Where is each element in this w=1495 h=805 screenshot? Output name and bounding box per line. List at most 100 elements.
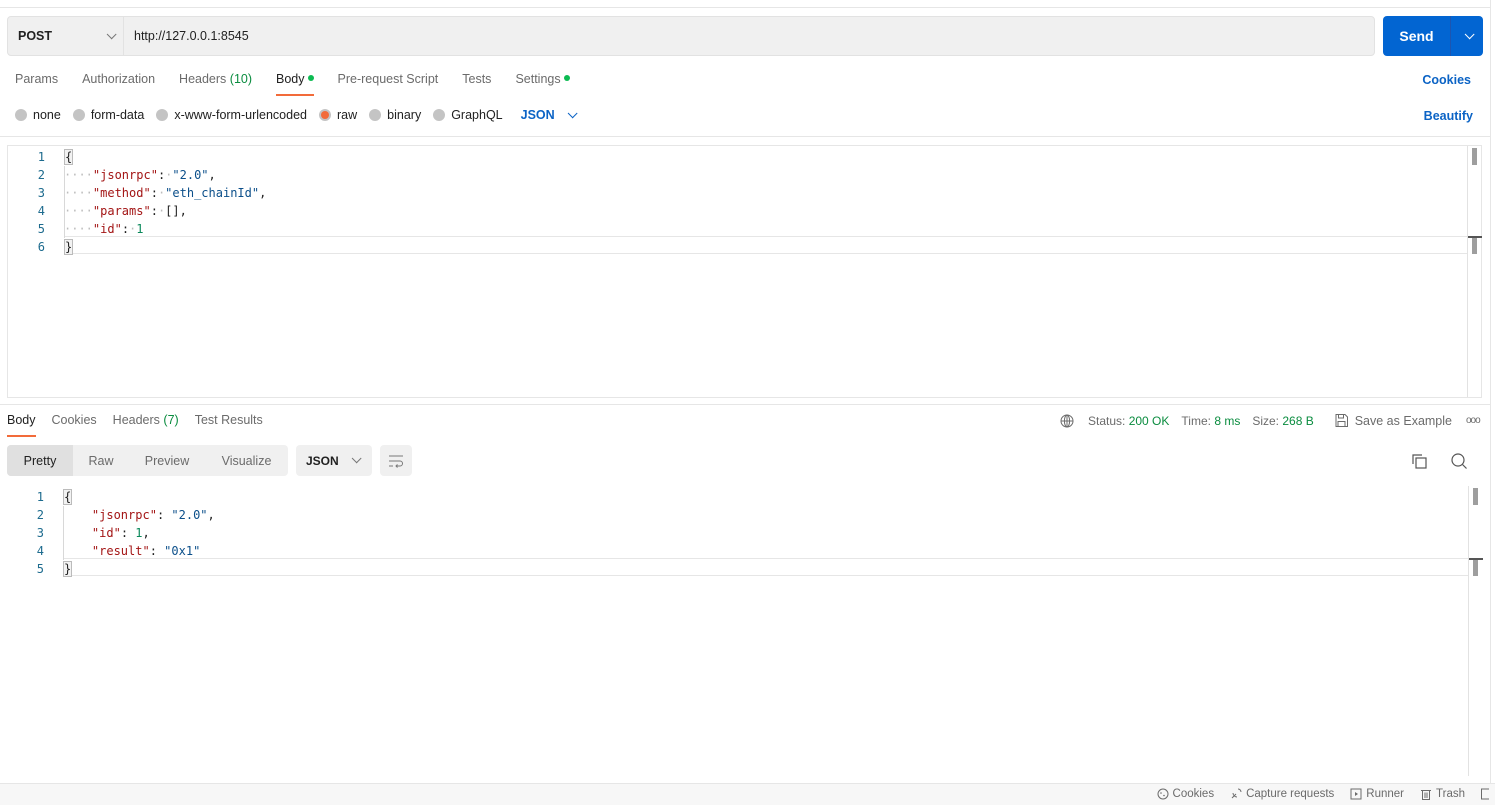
body-type-x-www-form-urlencoded[interactable]: x-www-form-urlencoded	[156, 108, 307, 122]
radio-none[interactable]	[15, 109, 27, 121]
line-number: 2	[37, 168, 45, 182]
view-visualize[interactable]: Visualize	[205, 445, 288, 476]
json-key: "id"	[92, 222, 122, 236]
more-options-button[interactable]: ooo	[1466, 415, 1481, 426]
beautify-link[interactable]: Beautify	[1424, 109, 1473, 123]
scrollbar-thumb[interactable]	[1473, 488, 1478, 505]
bracket: {	[64, 149, 74, 165]
response-tab-body[interactable]: Body	[7, 411, 36, 437]
chevron-down-icon	[351, 453, 362, 464]
body-type-label: raw	[337, 108, 358, 122]
line-number: 5	[37, 222, 45, 236]
response-tab-cookies[interactable]: Cookies	[52, 411, 97, 437]
tab-label: Tests	[462, 72, 492, 86]
json-key: "params"	[92, 204, 151, 218]
scrollbar-thumb	[1472, 238, 1477, 254]
response-format-select[interactable]: JSON	[296, 445, 372, 476]
radio-form-data[interactable]	[72, 109, 85, 121]
scrollbar-thumb	[1473, 560, 1478, 576]
tab-body[interactable]: Body	[276, 70, 314, 96]
tab-tests[interactable]: Tests	[462, 70, 491, 96]
editor-scrollbar[interactable]	[1467, 146, 1482, 397]
radio-GraphQL[interactable]	[433, 109, 446, 121]
body-type-none[interactable]: none	[15, 108, 61, 122]
statusbar-trash[interactable]: Trash	[1420, 788, 1465, 800]
code-line: 1{	[7, 488, 1467, 506]
time-readout[interactable]: Time: 8 ms	[1181, 414, 1240, 428]
body-type-label: x-www-form-urlencoded	[174, 108, 307, 122]
tab-params[interactable]: Params	[15, 70, 58, 96]
radio-x-www-form-urlencoded[interactable]	[156, 109, 169, 121]
json-value: "0x1"	[164, 544, 201, 558]
radio-binary[interactable]	[369, 109, 382, 121]
line-number: 1	[37, 150, 45, 164]
cookies-link[interactable]: Cookies	[1422, 73, 1471, 87]
search-icon[interactable]	[1449, 451, 1469, 471]
chevron-down-icon	[567, 107, 578, 118]
language-label: JSON	[520, 108, 555, 122]
cookie-icon	[1157, 788, 1169, 800]
json-value: 1	[136, 222, 144, 236]
top-divider	[0, 7, 1490, 8]
save-as-example-button[interactable]: Save as Example	[1334, 413, 1452, 428]
satellite-icon	[1231, 788, 1242, 799]
play-box-icon	[1350, 788, 1362, 800]
response-tab-test-results[interactable]: Test Results	[195, 411, 263, 437]
body-type-label: form-data	[90, 108, 145, 122]
body-type-GraphQL[interactable]: GraphQL	[433, 108, 503, 122]
code-text: }	[64, 238, 74, 256]
method-select[interactable]: POST	[8, 17, 124, 55]
line-number: 5	[36, 562, 44, 576]
body-type-raw[interactable]: raw	[319, 108, 357, 122]
body-type-form-data[interactable]: form-data	[72, 108, 145, 122]
chevron-down-icon	[106, 28, 117, 39]
line-number: 6	[37, 240, 45, 254]
punctuation: ,	[208, 168, 216, 182]
format-label: JSON	[306, 453, 339, 468]
code-text: ····"jsonrpc":·"2.0",	[64, 168, 216, 182]
chevron-down-icon	[1464, 28, 1475, 39]
punctuation: ,	[179, 204, 187, 218]
view-pretty[interactable]: Pretty	[7, 445, 73, 476]
line-number: 3	[37, 186, 45, 200]
response-tab-headers[interactable]: Headers (7)	[113, 411, 179, 437]
url-input[interactable]: http://127.0.0.1:8545	[124, 29, 249, 43]
send-button[interactable]: Send	[1383, 28, 1450, 44]
response-body-viewer[interactable]: 1{2 "jsonrpc": "2.0", 3 "id": 1, 4 "result…	[7, 486, 1483, 776]
response-scrollbar[interactable]	[1468, 486, 1483, 776]
indicator-dot	[307, 75, 314, 81]
copy-icon[interactable]	[1409, 451, 1429, 471]
method-label: POST	[18, 29, 53, 43]
tab-headers[interactable]: Headers (10)	[179, 70, 252, 96]
status-readout[interactable]: Status: 200 OK	[1088, 414, 1169, 428]
tab-settings[interactable]: Settings	[515, 70, 570, 96]
code-line: 4 ····"params":·[],	[8, 202, 1468, 220]
statusbar-cookies[interactable]: Cookies	[1157, 788, 1214, 800]
radio-raw[interactable]	[319, 109, 331, 121]
punctuation: ,	[259, 186, 267, 200]
view-raw[interactable]: Raw	[73, 445, 129, 476]
save-icon	[1335, 414, 1348, 427]
body-type-label: GraphQL	[451, 108, 503, 122]
body-type-binary[interactable]: binary	[369, 108, 421, 122]
wrap-lines-button[interactable]	[380, 445, 412, 476]
request-body-editor[interactable]: 1{2 ····"jsonrpc":·"2.0", 3 ····"method":·"…	[7, 145, 1482, 398]
tab-label: Pre-request Script	[337, 72, 439, 86]
code-text: {	[64, 148, 74, 166]
send-options-button[interactable]	[1451, 28, 1483, 40]
globe-icon[interactable]	[1060, 414, 1074, 428]
code-line: 2 "jsonrpc": "2.0",	[7, 506, 1467, 524]
tab-pre-request-script[interactable]: Pre-request Script	[338, 70, 439, 96]
view-preview[interactable]: Preview	[129, 445, 205, 476]
size-readout[interactable]: Size: 268 B	[1252, 414, 1313, 428]
json-key: "id"	[91, 526, 121, 540]
statusbar-layout-toggle[interactable]	[1481, 788, 1493, 800]
tab-authorization[interactable]: Authorization	[82, 70, 155, 96]
code-text: "jsonrpc": "2.0",	[91, 508, 215, 522]
statusbar-runner[interactable]: Runner	[1350, 788, 1404, 800]
scrollbar-thumb[interactable]	[1472, 148, 1477, 165]
json-value: "2.0"	[172, 168, 209, 182]
json-value: []	[165, 204, 180, 218]
statusbar-capture-requests[interactable]: Capture requests	[1230, 788, 1334, 800]
language-select[interactable]: JSON	[520, 107, 578, 122]
